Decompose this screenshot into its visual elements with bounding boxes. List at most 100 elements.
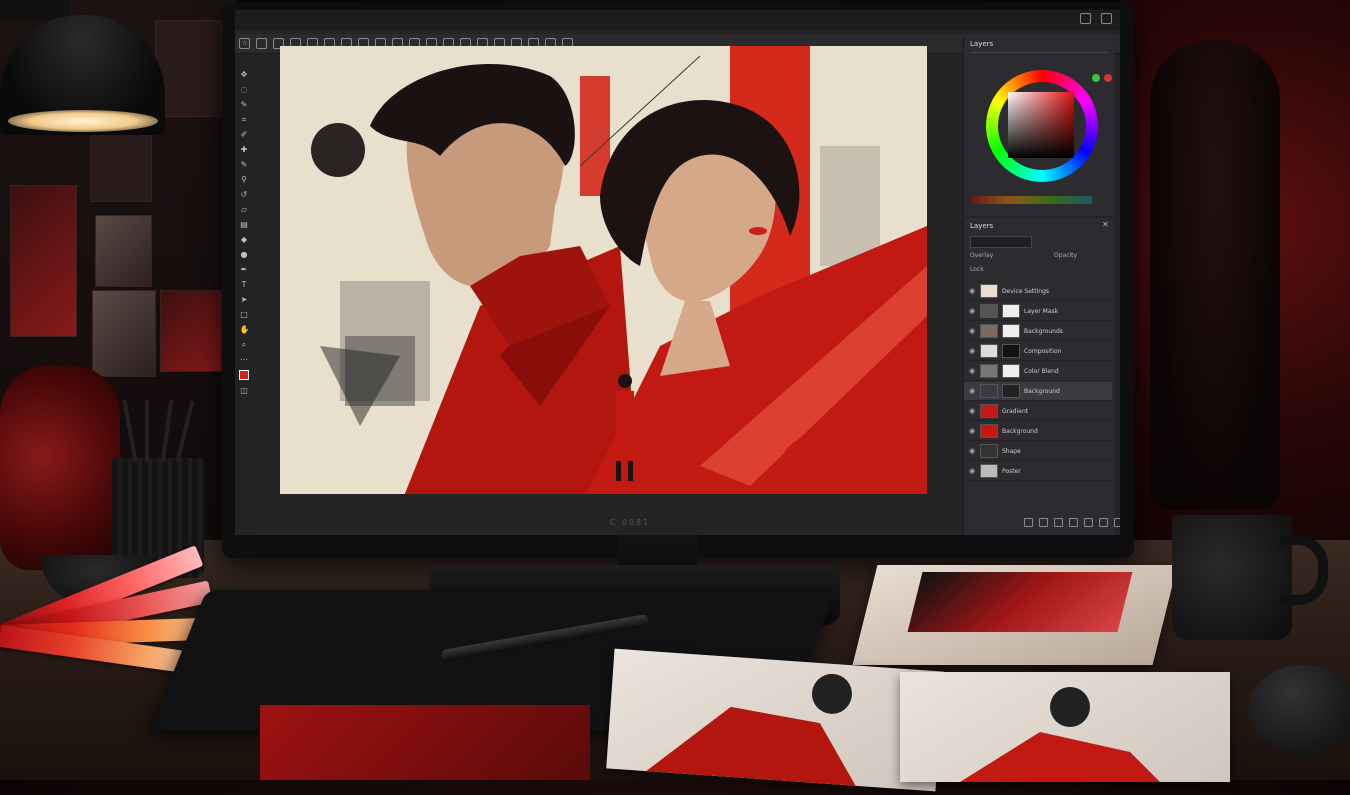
add-mask-icon[interactable]	[1054, 518, 1063, 527]
layer-row[interactable]: ◉ Composition	[964, 342, 1112, 361]
document-title	[255, 14, 395, 24]
layer-thumbnail	[980, 284, 998, 298]
layer-name: Background	[1002, 427, 1038, 435]
hand-icon[interactable]: ✋	[240, 325, 250, 334]
foreground-color-swatch[interactable]	[239, 370, 249, 380]
layers-panel-title: Layers	[970, 222, 994, 230]
blend-mode-select[interactable]: Overlay	[970, 252, 993, 259]
link-layers-icon[interactable]	[1024, 518, 1033, 527]
visibility-eye-icon[interactable]: ◉	[968, 467, 976, 475]
lamp-light	[8, 110, 158, 132]
move-icon[interactable]: ✥	[240, 70, 249, 79]
layer-thumbnail	[980, 344, 998, 358]
layer-name: Background	[1024, 387, 1060, 395]
status-dot	[1092, 74, 1100, 82]
moodboard-card	[95, 215, 152, 287]
fx-icon[interactable]	[1039, 518, 1048, 527]
visibility-eye-icon[interactable]: ◉	[968, 367, 976, 375]
monitor-brand: C·0081	[609, 518, 651, 527]
layer-row-selected[interactable]: ◉ Background	[964, 382, 1112, 401]
color-panel-tab[interactable]: Layers	[970, 40, 993, 48]
eraser-icon[interactable]: ▱	[240, 205, 249, 214]
close-dot[interactable]	[1104, 74, 1112, 82]
layer-row[interactable]: ◉ Poster	[964, 462, 1112, 481]
layer-row[interactable]: ◉ Backgrounds	[964, 322, 1112, 341]
gradient-icon[interactable]: ▤	[240, 220, 249, 229]
mug-handle	[1280, 535, 1328, 605]
visibility-eye-icon[interactable]: ◉	[968, 387, 976, 395]
brush-icon[interactable]: ✎	[240, 160, 249, 169]
close-icon[interactable]: ✕	[1102, 220, 1109, 229]
layer-row[interactable]: ◉ Background	[964, 422, 1112, 441]
layer-mask-thumbnail	[1002, 324, 1020, 338]
color-ramp[interactable]	[972, 196, 1092, 204]
layer-name: Color Blend	[1024, 367, 1059, 375]
pencil	[145, 400, 149, 462]
layer-row[interactable]: ◉ Device Settings	[964, 282, 1112, 301]
screen: ☆ ✥ ◌ ✎ ⌗ ✐ ✚ ✎ ⚲ ↺ ▱ ▤ ◆ ● ✒ T ➤ □ ✋ ⌕ …	[235, 10, 1120, 535]
layer-thumbnail	[980, 464, 998, 478]
path-select-icon[interactable]: ➤	[240, 295, 249, 304]
visibility-eye-icon[interactable]: ◉	[968, 287, 976, 295]
artwork-illustration	[280, 46, 927, 494]
layer-search-input[interactable]	[970, 236, 1032, 248]
trash-icon[interactable]	[1114, 518, 1120, 527]
layer-mask-thumbnail	[1002, 344, 1020, 358]
pen-icon[interactable]: ✒	[240, 265, 249, 274]
visibility-eye-icon[interactable]: ◉	[968, 447, 976, 455]
layer-thumbnail	[980, 364, 998, 378]
quick-select-icon[interactable]: ✎	[240, 100, 249, 109]
layer-name: Backgrounds	[1024, 327, 1063, 335]
layer-thumbnail	[980, 324, 998, 338]
divider	[970, 52, 1108, 53]
lasso-icon[interactable]: ◌	[240, 85, 249, 94]
sketch-illustration	[960, 687, 1160, 782]
visibility-eye-icon[interactable]: ◉	[968, 307, 976, 315]
layer-mask-thumbnail	[1002, 304, 1020, 318]
more-icon[interactable]: ⋯	[240, 355, 249, 364]
visibility-eye-icon[interactable]: ◉	[968, 427, 976, 435]
layer-row[interactable]: ◉ Layer Mask	[964, 302, 1112, 321]
coffee-mug	[1172, 515, 1292, 640]
minimize-button[interactable]	[1080, 13, 1091, 24]
visibility-eye-icon[interactable]: ◉	[968, 327, 976, 335]
adjustment-icon[interactable]	[1069, 518, 1078, 527]
home-icon[interactable]: ☆	[239, 38, 250, 49]
title-bar	[235, 10, 1120, 30]
sketch-illustration	[646, 673, 856, 786]
visibility-eye-icon[interactable]: ◉	[968, 407, 976, 415]
visibility-eye-icon[interactable]: ◉	[968, 347, 976, 355]
artwork-canvas[interactable]	[280, 46, 927, 494]
history-brush-icon[interactable]: ↺	[240, 190, 249, 199]
crop-icon[interactable]: ⌗	[240, 115, 249, 124]
option-icon[interactable]	[256, 38, 267, 49]
layer-name: Composition	[1024, 347, 1062, 355]
color-picker-square[interactable]	[1008, 92, 1074, 158]
quick-mask-icon[interactable]: ◫	[240, 386, 249, 395]
blur-icon[interactable]: ◆	[240, 235, 249, 244]
eyedropper-icon[interactable]: ✐	[240, 130, 249, 139]
layer-thumbnail	[980, 384, 998, 398]
type-icon[interactable]: T	[240, 280, 249, 289]
close-button[interactable]	[1101, 13, 1112, 24]
computer-mouse	[1248, 665, 1350, 755]
sketch-print-woman	[900, 672, 1230, 782]
group-icon[interactable]	[1084, 518, 1093, 527]
layers-panel: Layers ✕ Overlay Lock Opacity ◉ Device S…	[963, 218, 1120, 535]
dodge-icon[interactable]: ●	[240, 250, 249, 259]
book-cover-art	[907, 572, 1133, 632]
zoom-icon[interactable]: ⌕	[240, 340, 249, 349]
layer-row[interactable]: ◉ Gradient	[964, 402, 1112, 421]
new-layer-icon[interactable]	[1099, 518, 1108, 527]
red-print	[260, 705, 590, 780]
layer-name: Device Settings	[1002, 287, 1050, 295]
layer-thumbnail	[980, 424, 998, 438]
shape-icon[interactable]: □	[240, 310, 249, 319]
stamp-icon[interactable]: ⚲	[240, 175, 249, 184]
moodboard-card	[160, 290, 222, 372]
healing-icon[interactable]: ✚	[240, 145, 249, 154]
layer-row[interactable]: ◉ Shape	[964, 442, 1112, 461]
lock-label: Lock	[970, 266, 984, 273]
layer-row[interactable]: ◉ Color Blend	[964, 362, 1112, 381]
moodboard-card	[155, 20, 222, 117]
